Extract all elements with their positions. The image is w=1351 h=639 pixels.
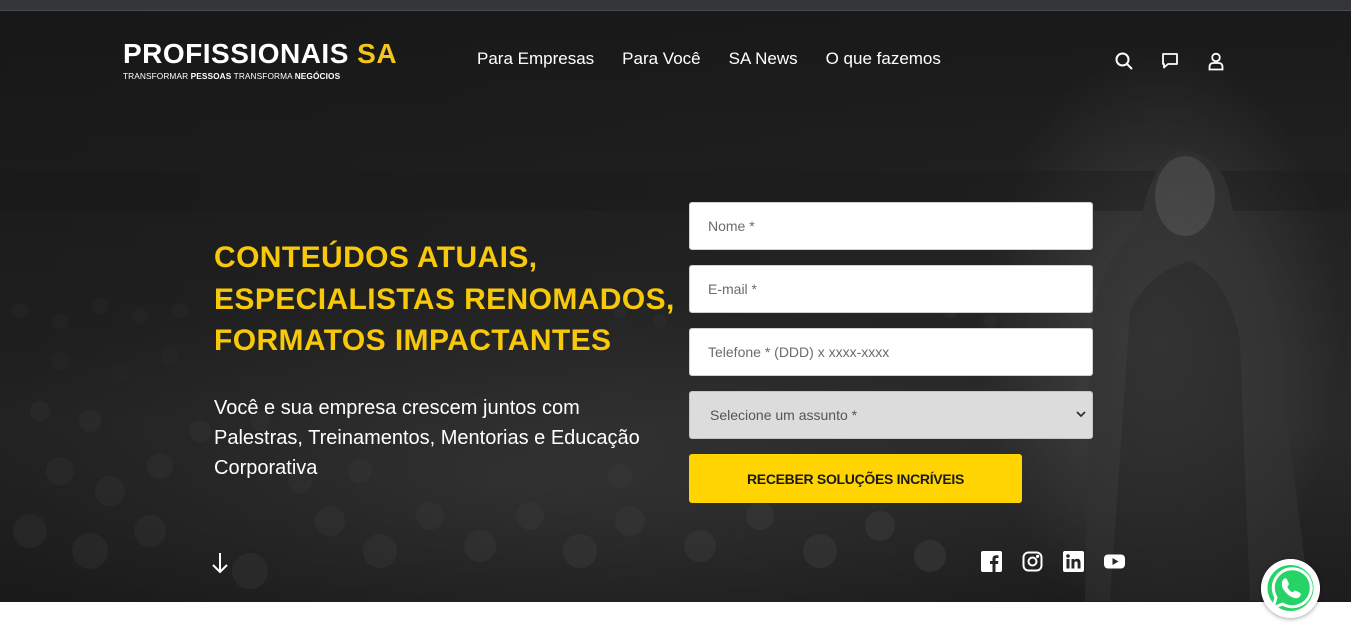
- subject-select[interactable]: Selecione um assunto *: [689, 391, 1093, 439]
- social-links: [981, 551, 1125, 572]
- browser-top-strip: [0, 0, 1351, 11]
- instagram-icon[interactable]: [1022, 551, 1043, 572]
- search-icon[interactable]: [1114, 51, 1134, 71]
- nav-item-para-empresas[interactable]: Para Empresas: [477, 49, 594, 69]
- youtube-icon[interactable]: [1104, 551, 1125, 572]
- nav-item-sa-news[interactable]: SA News: [729, 49, 798, 69]
- submit-button[interactable]: RECEBER SOLUÇÕES INCRÍVEIS: [689, 454, 1022, 503]
- user-icon[interactable]: [1206, 51, 1226, 71]
- linkedin-icon[interactable]: [1063, 551, 1084, 572]
- logo-name: PROFISSIONAIS: [123, 38, 349, 69]
- hero-subtext: Você e sua empresa crescem juntos com Pa…: [214, 397, 640, 479]
- whatsapp-icon[interactable]: [1261, 559, 1320, 618]
- logo-tagline: TRANSFORMAR PESSOAS TRANSFORMA NEGÓCIOS: [123, 71, 341, 81]
- chevron-down-icon: [1076, 411, 1086, 418]
- phone-field[interactable]: [689, 328, 1093, 376]
- nav-item-o-que-fazemos[interactable]: O que fazemos: [826, 49, 941, 69]
- chat-icon[interactable]: [1160, 51, 1180, 71]
- email-field[interactable]: [689, 265, 1093, 313]
- hero-section: PROFISSIONAIS SA TRANSFORMAR PESSOAS TRA…: [0, 11, 1351, 602]
- name-field[interactable]: [689, 202, 1093, 250]
- top-navbar: PROFISSIONAIS SA TRANSFORMAR PESSOAS TRA…: [0, 11, 1351, 111]
- nav-icon-group: [1114, 51, 1226, 71]
- hero-headline: CONTEÚDOS ATUAIS, ESPECIALISTAS RENOMADO…: [214, 241, 675, 357]
- subject-select-value: Selecione um assunto *: [689, 391, 1093, 439]
- site-logo[interactable]: PROFISSIONAIS SA TRANSFORMAR PESSOAS TRA…: [123, 38, 397, 85]
- logo-accent: SA: [357, 38, 398, 69]
- arrow-down-icon[interactable]: [210, 551, 230, 575]
- facebook-icon[interactable]: [981, 551, 1002, 572]
- nav-item-para-voce[interactable]: Para Você: [622, 49, 700, 69]
- main-nav: Para Empresas Para Você SA News O que fa…: [477, 49, 941, 69]
- contact-form: Selecione um assunto * RECEBER SOLUÇÕES …: [689, 202, 1093, 503]
